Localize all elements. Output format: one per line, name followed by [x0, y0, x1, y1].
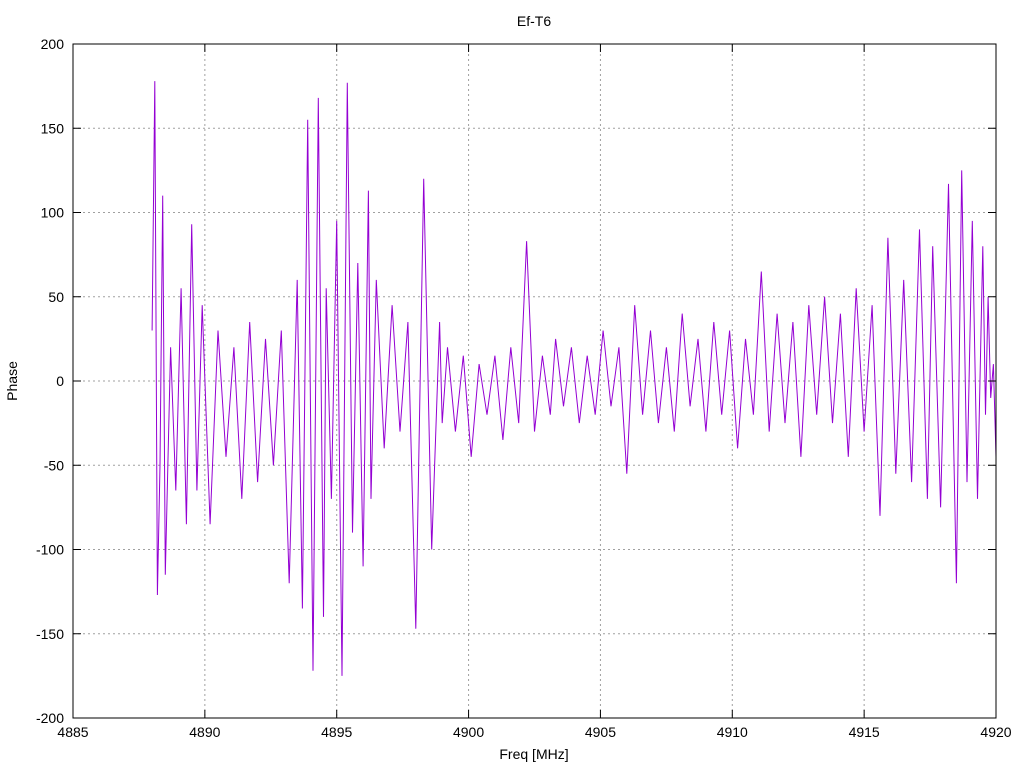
chart-title: Ef-T6: [517, 13, 551, 29]
grid: [73, 44, 996, 718]
y-tick-label: 50: [48, 289, 64, 305]
axis-ticks: 4885 4890 4895 4900 4905 4910 4915 4920 -200 -150…: [36, 36, 1012, 740]
x-axis-title: Freq [MHz]: [499, 746, 568, 762]
x-tick-label: 4920: [980, 724, 1011, 740]
x-tick-label: 4900: [453, 724, 484, 740]
y-tick-label: -200: [36, 710, 64, 726]
phase-series-line: [151, 81, 997, 676]
phase-chart: Ef-T6 4885 4890 4895 4900 4905 4910 4915 4920 -2…: [4, 13, 1012, 762]
y-axis-title: Phase: [4, 361, 20, 401]
y-tick-label: 150: [41, 120, 65, 136]
y-tick-label: 100: [41, 205, 65, 221]
x-tick-label: 4915: [849, 724, 880, 740]
x-tick-label: 4895: [321, 724, 352, 740]
series-layer: [151, 81, 997, 676]
x-tick-label: 4885: [57, 724, 88, 740]
x-tick-label: 4905: [585, 724, 616, 740]
y-tick-label: -100: [36, 542, 64, 558]
y-tick-label: 200: [41, 36, 65, 52]
y-tick-label: -150: [36, 626, 64, 642]
x-tick-label: 4910: [717, 724, 748, 740]
y-tick-label: 0: [56, 373, 64, 389]
y-tick-label: -50: [44, 457, 64, 473]
x-tick-label: 4890: [189, 724, 220, 740]
